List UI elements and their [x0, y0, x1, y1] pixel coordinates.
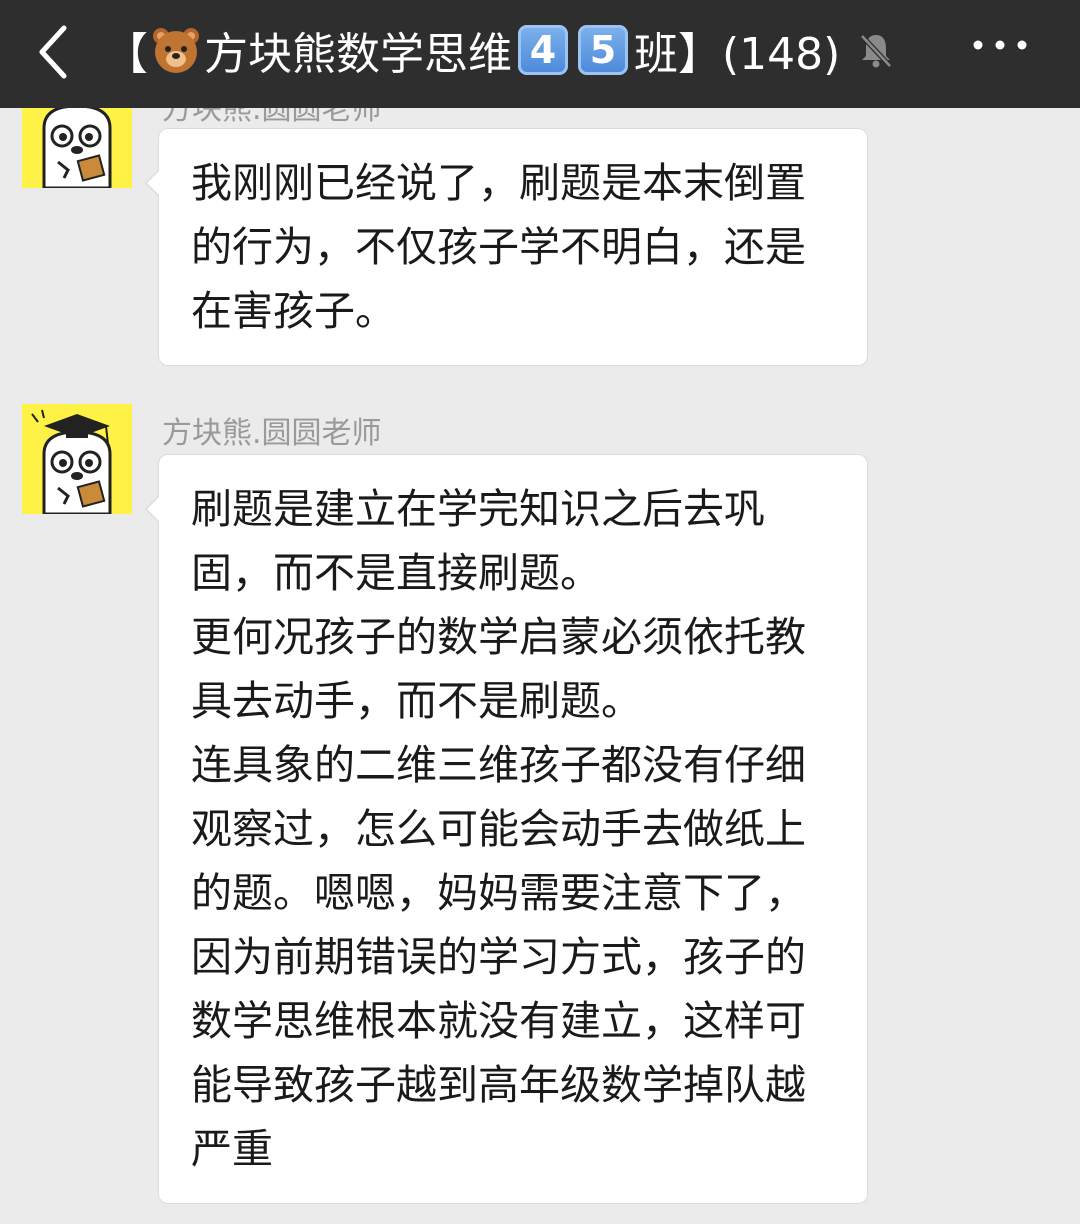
title-suffix: 班】(148) [634, 29, 841, 80]
message-bubble[interactable]: 我刚刚已经说了，刷题是本末倒置的行为，不仅孩子学不明白，还是在害孩子。 [145, 128, 868, 366]
mute-bell-icon [860, 34, 893, 68]
back-icon[interactable] [34, 22, 74, 82]
message-text: 我刚刚已经说了，刷题是本末倒置的行为，不仅孩子学不明白，还是在害孩子。 [191, 159, 806, 335]
chat-header: 【 方块熊数学思维 4 5 班】(148) [0, 0, 1080, 108]
highlight-line-2: 固，而不是直接刷题。 [191, 549, 601, 597]
keycap-5: 5 [578, 25, 628, 75]
more-icon[interactable] [970, 30, 1030, 60]
bear-emoji-icon [153, 28, 199, 73]
highlight-line-1: 刷题是建立在学完知识之后去巩 [191, 485, 765, 533]
sender-avatar[interactable] [22, 404, 132, 514]
message-text: 更何况孩子的数学启蒙必须依托教具去动手，而不是刷题。 [191, 613, 806, 725]
teacher-bear-avatar [22, 404, 132, 514]
keycap-4: 4 [518, 25, 568, 75]
title-bracket-open: 【 [104, 29, 148, 80]
highlighted-text: 刷题是建立在学完知识之后去巩 固，而不是直接刷题。 [191, 477, 837, 605]
message-text: 连具象的二维三维孩子都没有仔细观察过，怎么可能会动手去做纸上的题。嗯嗯，妈妈需要… [191, 741, 806, 1173]
title-text: 方块熊数学思维 [204, 29, 512, 80]
message-bubble[interactable]: 刷题是建立在学完知识之后去巩 固，而不是直接刷题。 更何况孩子的数学启蒙必须依托… [145, 454, 868, 1204]
chat-title[interactable]: 【 方块熊数学思维 4 5 班】(148) [104, 20, 896, 80]
sender-name: 方块熊.圆圆老师 [162, 416, 382, 451]
